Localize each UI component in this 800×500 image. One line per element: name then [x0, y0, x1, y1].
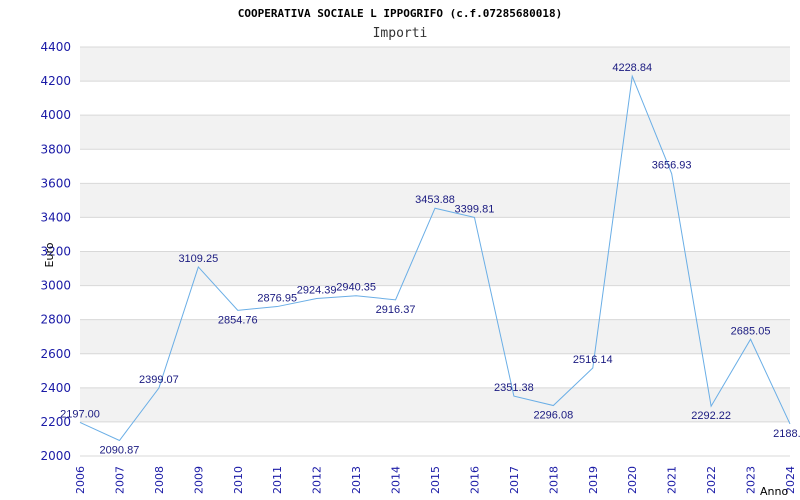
data-label: 2399.07	[139, 374, 179, 386]
y-tick-label: 4200	[40, 74, 71, 88]
x-tick-label: 2011	[271, 466, 284, 494]
y-tick-label: 2600	[40, 347, 71, 361]
x-tick-label: 2019	[587, 466, 600, 494]
chart-title: COOPERATIVA SOCIALE L IPPOGRIFO (c.f.072…	[238, 7, 563, 20]
y-tick-label: 4400	[40, 40, 71, 54]
x-tick-label: 2013	[350, 466, 363, 494]
grid-bands	[80, 47, 790, 422]
x-tick-label: 2021	[666, 466, 679, 494]
data-label: 2876.95	[257, 293, 297, 305]
chart-subtitle: Importi	[373, 26, 428, 41]
data-label: 2296.08	[533, 410, 573, 422]
x-tick-label: 2007	[113, 466, 126, 494]
data-label: 3399.81	[455, 203, 495, 215]
x-tick-label: 2017	[508, 466, 521, 494]
data-label: 2351.38	[494, 382, 534, 394]
data-label: 3453.88	[415, 194, 455, 206]
data-label: 3656.93	[652, 160, 692, 172]
x-tick-label: 2023	[745, 466, 758, 494]
data-label: 2924.39	[297, 284, 337, 296]
y-axis-label: Euro	[43, 242, 56, 267]
data-label: 2188.0	[773, 428, 800, 440]
y-tick-label: 3400	[40, 210, 71, 224]
data-label: 2197.00	[60, 408, 100, 420]
x-axis-ticks: 2006 2007 2008 2009 2010 2011 2012 2013 2014 2015…	[74, 466, 797, 494]
x-tick-label: 2020	[626, 466, 639, 494]
y-tick-label: 2800	[40, 313, 71, 327]
data-label: 4228.84	[612, 62, 652, 74]
x-axis-label: Anno	[760, 485, 788, 498]
data-label: 2090.87	[100, 445, 140, 457]
data-label: 2916.37	[376, 304, 416, 316]
x-tick-label: 2008	[153, 466, 166, 494]
x-tick-label: 2006	[74, 466, 87, 494]
y-tick-label: 3600	[40, 176, 71, 190]
x-tick-label: 2012	[311, 466, 324, 494]
grid-band	[80, 115, 790, 150]
x-tick-label: 2014	[390, 466, 403, 494]
data-label: 2940.35	[336, 282, 376, 294]
grid-band	[80, 319, 790, 354]
data-label: 2516.14	[573, 354, 613, 366]
x-tick-label: 2022	[705, 466, 718, 494]
x-tick-label: 2018	[547, 466, 560, 494]
grid-band	[80, 387, 790, 422]
y-tick-label: 2000	[40, 449, 71, 463]
y-tick-label: 3000	[40, 279, 71, 293]
x-tick-label: 2016	[468, 466, 481, 494]
data-label: 2292.22	[691, 410, 731, 422]
x-tick-label: 2015	[429, 466, 442, 494]
data-label: 2685.05	[731, 325, 771, 337]
x-tick-label: 2009	[192, 466, 205, 494]
x-tick-label: 2010	[232, 466, 245, 494]
grid-band	[80, 47, 790, 82]
y-tick-label: 4000	[40, 108, 71, 122]
y-tick-label: 3800	[40, 142, 71, 156]
data-label: 2854.76	[218, 314, 258, 326]
y-tick-label: 2400	[40, 381, 71, 395]
line-chart: COOPERATIVA SOCIALE L IPPOGRIFO (c.f.072…	[40, 7, 800, 498]
data-label: 3109.25	[178, 253, 218, 265]
